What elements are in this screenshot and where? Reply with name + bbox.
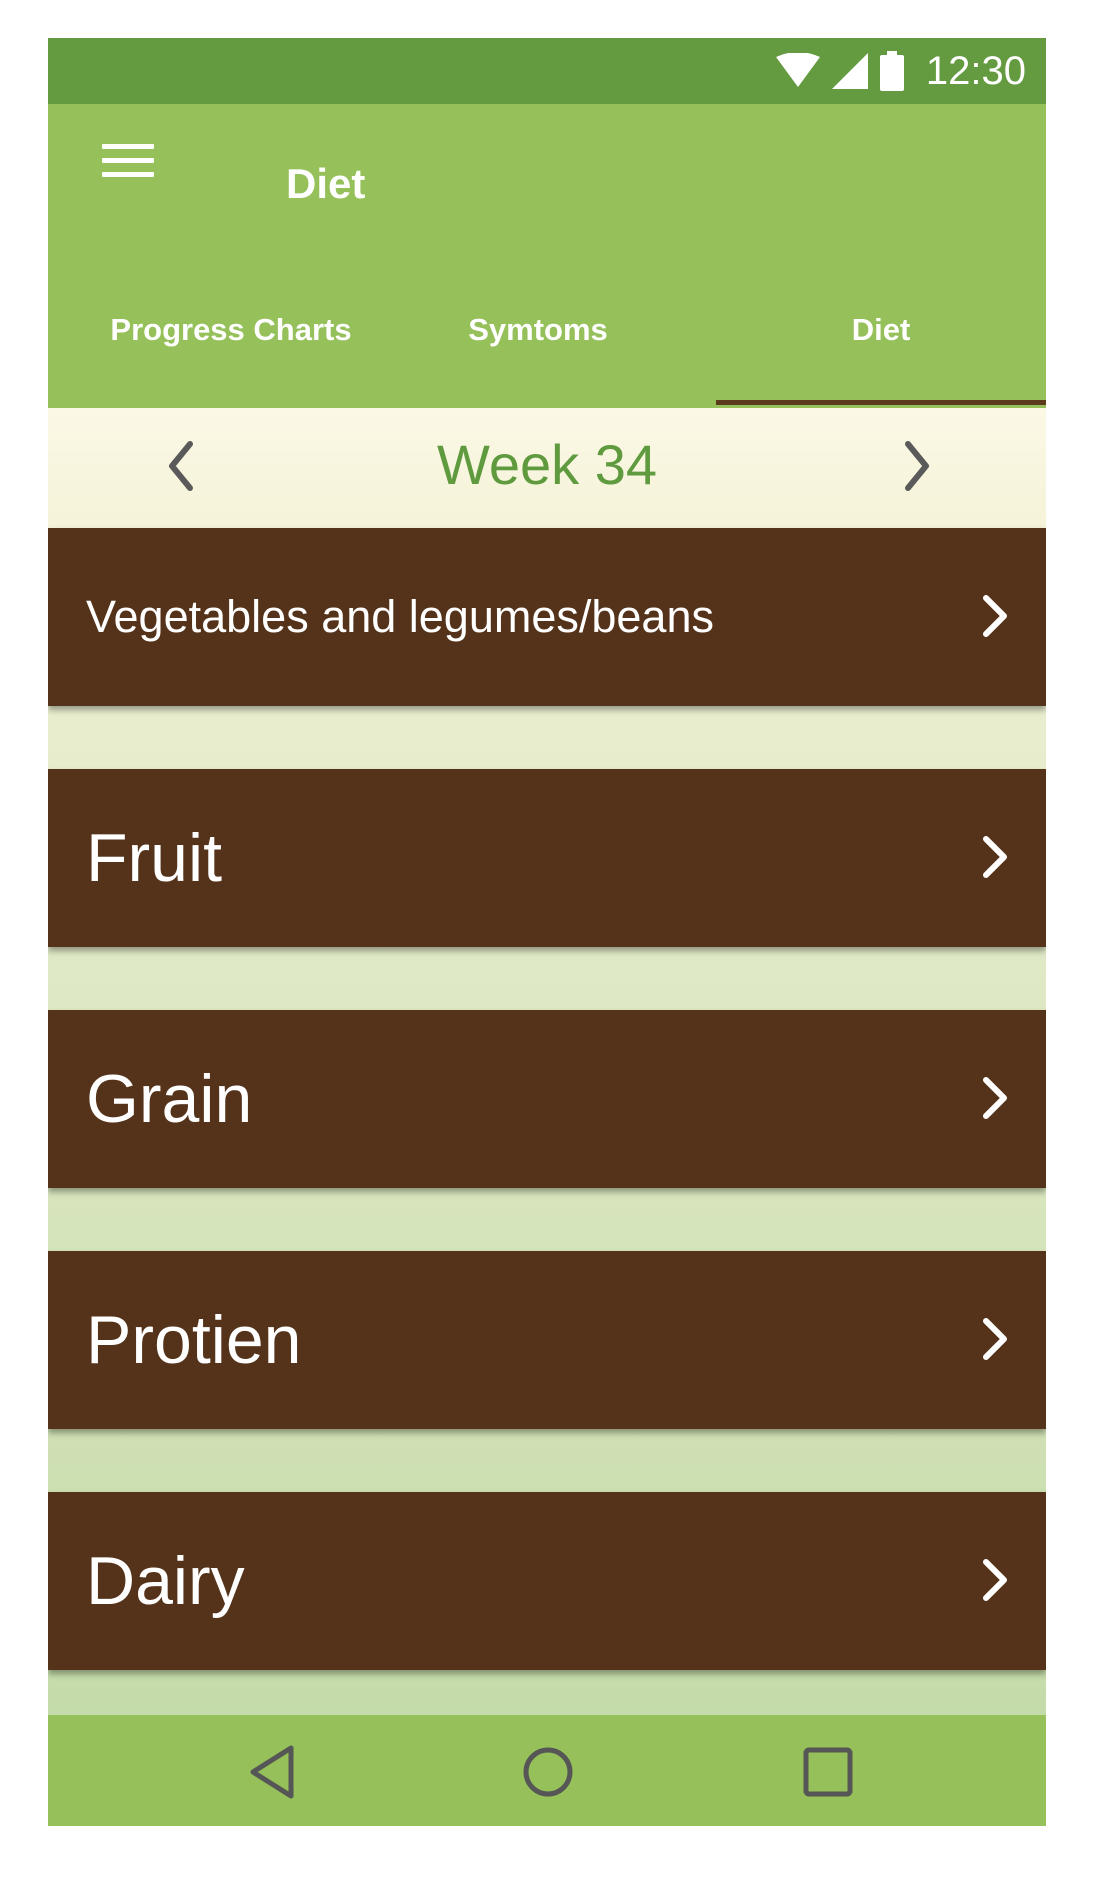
chevron-right-icon bbox=[983, 836, 1007, 878]
status-icons: 12:30 bbox=[775, 48, 1026, 94]
back-icon[interactable] bbox=[243, 1742, 303, 1802]
chevron-right-icon bbox=[983, 1077, 1007, 1119]
chevron-right-icon bbox=[983, 1318, 1007, 1360]
phone-screen: 12:30 Diet Progress Charts Symtoms Diet … bbox=[48, 38, 1046, 1826]
wifi-icon bbox=[775, 53, 820, 87]
category-grain-button[interactable]: Grain bbox=[48, 1010, 1046, 1188]
category-label: Protien bbox=[86, 1302, 302, 1378]
category-label: Vegetables and legumes/beans bbox=[86, 591, 714, 642]
tab-bar: Progress Charts Symtoms Diet bbox=[48, 286, 1046, 408]
tab-progress-charts[interactable]: Progress Charts bbox=[96, 286, 366, 408]
tab-diet[interactable]: Diet bbox=[716, 286, 1046, 408]
menu-icon[interactable] bbox=[102, 144, 154, 184]
status-time: 12:30 bbox=[925, 48, 1026, 93]
tab-label: Progress Charts bbox=[110, 312, 352, 347]
category-label: Dairy bbox=[86, 1543, 245, 1619]
category-label: Grain bbox=[86, 1061, 253, 1137]
category-fruit-button[interactable]: Fruit bbox=[48, 769, 1046, 947]
category-vegetables-button[interactable]: Vegetables and legumes/beans bbox=[48, 528, 1046, 706]
category-protien-button[interactable]: Protien bbox=[48, 1251, 1046, 1429]
app-bar: Diet Progress Charts Symtoms Diet bbox=[48, 104, 1046, 408]
chevron-right-icon bbox=[983, 595, 1007, 637]
cell-signal-icon bbox=[831, 53, 868, 89]
tab-label: Symtoms bbox=[468, 312, 608, 347]
category-label: Fruit bbox=[86, 820, 222, 896]
tab-symtoms[interactable]: Symtoms bbox=[448, 286, 628, 408]
status-bar: 12:30 bbox=[48, 38, 1046, 104]
tab-selected-indicator bbox=[716, 400, 1046, 405]
category-dairy-button[interactable]: Dairy bbox=[48, 1492, 1046, 1670]
home-icon[interactable] bbox=[518, 1742, 578, 1802]
system-nav-bar bbox=[48, 1715, 1046, 1826]
recents-icon[interactable] bbox=[798, 1742, 858, 1802]
battery-icon bbox=[879, 51, 904, 91]
tab-label: Diet bbox=[851, 312, 911, 347]
chevron-right-icon bbox=[983, 1559, 1007, 1601]
page-title: Diet bbox=[286, 160, 366, 207]
chevron-right-icon[interactable] bbox=[894, 438, 938, 494]
